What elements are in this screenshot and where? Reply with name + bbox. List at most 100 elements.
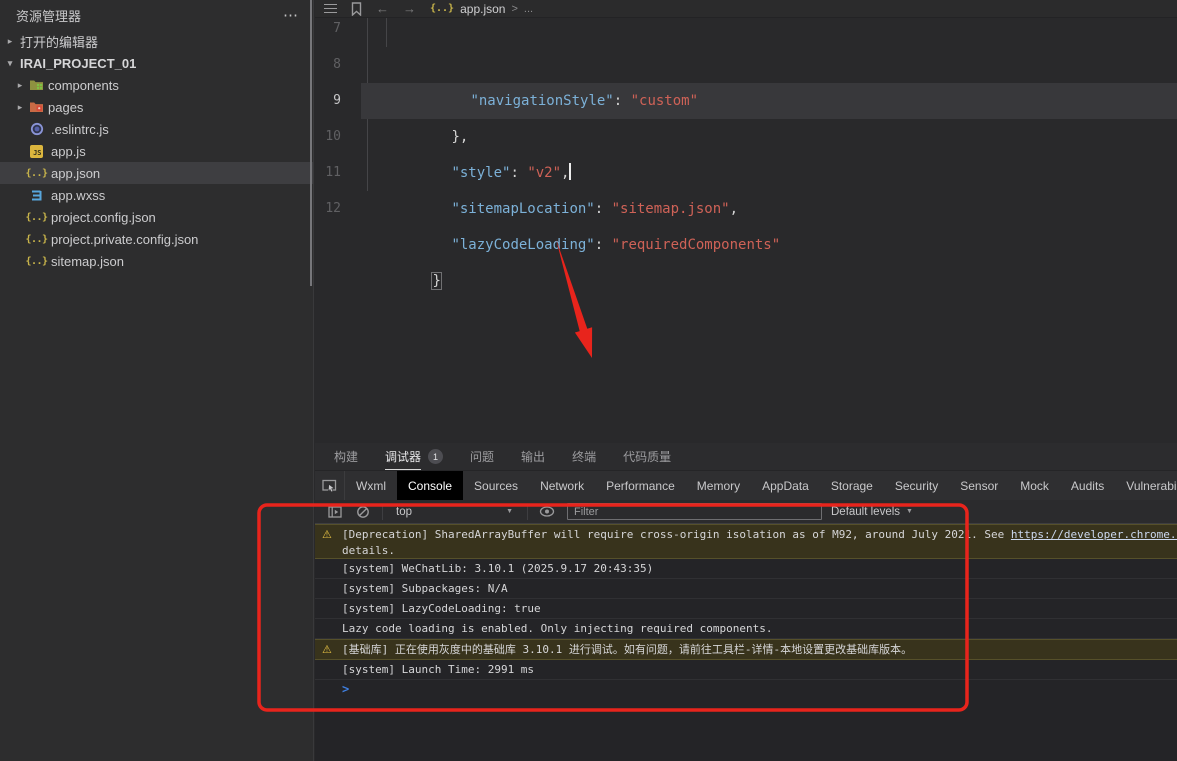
panel-tab-bar: 构建 调试器 1 问题 输出 终端 代码质量 xyxy=(315,443,1177,471)
inspect-element-icon[interactable] xyxy=(315,471,345,500)
section-open-editors[interactable]: ▸ 打开的编辑器 xyxy=(0,30,313,52)
wechat-devtools-window: 资源管理器 ⋯ ▸ 打开的编辑器 ▾ IRAI_PROJECT_01 ▸ com… xyxy=(0,0,1177,761)
folder-pages-icon xyxy=(29,100,44,114)
tree-item-app-wxss[interactable]: app.wxss xyxy=(0,184,313,206)
line-number: 12 xyxy=(315,191,341,227)
editor-code-area[interactable]: 7 "navigationStyle": "custom" 8 }, 9 "st… xyxy=(315,0,1177,443)
devtools-tab-network[interactable]: Network xyxy=(529,471,595,500)
chevron-right-icon: ▸ xyxy=(15,80,25,91)
console-sidebar-icon[interactable] xyxy=(324,506,346,518)
log-levels-dropdown[interactable]: Default levels ▼ xyxy=(831,506,913,518)
console-filter-input[interactable] xyxy=(567,503,822,520)
code-line-10: 10 "sitemapLocation": "sitemap.json", xyxy=(315,119,1177,155)
tree-item-pages[interactable]: ▸ pages xyxy=(0,96,313,118)
file-label: app.js xyxy=(51,144,86,159)
debug-panel: 构建 调试器 1 问题 输出 终端 代码质量 Wxml Console Sour… xyxy=(315,443,1177,761)
file-label: sitemap.json xyxy=(51,254,124,269)
tab-problems[interactable]: 问题 xyxy=(470,443,494,470)
devtools-tab-storage[interactable]: Storage xyxy=(820,471,884,500)
devtools-tab-audits[interactable]: Audits xyxy=(1060,471,1115,500)
section-label: 打开的编辑器 xyxy=(20,32,98,51)
file-label: project.private.config.json xyxy=(51,232,198,247)
line-number: 11 xyxy=(315,155,341,191)
console-log: [system] LazyCodeLoading: true xyxy=(315,599,1177,619)
frame-selector-dropdown[interactable]: top ▼ xyxy=(391,506,519,518)
bookmark-icon[interactable] xyxy=(351,2,362,16)
json-file-icon: {..} xyxy=(29,210,44,224)
console-log: Lazy code loading is enabled. Only injec… xyxy=(315,619,1177,639)
tab-debugger[interactable]: 调试器 1 xyxy=(385,443,443,470)
explorer-header: 资源管理器 ⋯ xyxy=(0,0,313,30)
tree-item-project-config[interactable]: {..} project.config.json xyxy=(0,206,313,228)
explorer-title: 资源管理器 xyxy=(16,6,81,25)
console-warning-base-library: ⚠ [基础库] 正在使用灰度中的基础库 3.10.1 进行调试。如有问题，请前往… xyxy=(315,639,1177,660)
devtools-tab-security[interactable]: Security xyxy=(884,471,949,500)
code-line-12: 12 } xyxy=(315,191,1177,227)
code-line-9-current: 9 "style": "v2", xyxy=(315,83,1177,119)
line-number: 9 xyxy=(315,83,341,119)
tree-item-app-json[interactable]: {..} app.json xyxy=(0,162,313,184)
tab-build[interactable]: 构建 xyxy=(334,443,358,470)
file-label: .eslintrc.js xyxy=(51,122,109,137)
devtools-tab-memory[interactable]: Memory xyxy=(686,471,751,500)
tab-terminal[interactable]: 终端 xyxy=(572,443,596,470)
file-label: app.wxss xyxy=(51,188,105,203)
sidebar-scrollbar[interactable] xyxy=(310,0,312,286)
devtools-tab-bar: Wxml Console Sources Network Performance… xyxy=(315,471,1177,500)
chevron-right-icon: ▸ xyxy=(15,102,25,113)
devtools-tab-sources[interactable]: Sources xyxy=(463,471,529,500)
navigate-back-icon[interactable]: ← xyxy=(376,1,389,16)
code-line-8: 8 }, xyxy=(315,47,1177,83)
eslint-icon xyxy=(29,122,44,136)
menu-icon[interactable] xyxy=(324,4,337,13)
tree-item-components[interactable]: ▸ components xyxy=(0,74,313,96)
line-number: 8 xyxy=(315,47,341,83)
code-line-11: 11 "lazyCodeLoading": "requiredComponent… xyxy=(315,155,1177,191)
json-file-icon: {..} xyxy=(29,166,44,180)
wxss-file-icon xyxy=(29,188,44,202)
warning-icon: ⚠ xyxy=(322,640,336,659)
console-link[interactable]: https://developer.chrome.co xyxy=(1011,528,1177,541)
console-messages: ⚠ [Deprecation] SharedArrayBuffer will r… xyxy=(315,524,1177,700)
code-editor[interactable]: 7 "navigationStyle": "custom" 8 }, 9 "st… xyxy=(315,0,1177,443)
clear-console-icon[interactable] xyxy=(352,505,374,519)
chevron-down-icon: ▼ xyxy=(906,508,913,515)
section-project-root[interactable]: ▾ IRAI_PROJECT_01 xyxy=(0,52,313,74)
devtools-tab-mock[interactable]: Mock xyxy=(1009,471,1060,500)
javascript-file-icon: JS xyxy=(29,144,44,158)
tree-item-project-private-config[interactable]: {..} project.private.config.json xyxy=(0,228,313,250)
breadcrumb-more: ... xyxy=(524,3,533,15)
console-toolbar: top ▼ Default levels ▼ xyxy=(315,500,1177,524)
tree-item-app-js[interactable]: JS app.js xyxy=(0,140,313,162)
tab-code-quality[interactable]: 代码质量 xyxy=(623,443,671,470)
text-cursor xyxy=(569,163,571,180)
breadcrumb-separator: > xyxy=(511,3,517,15)
tab-output[interactable]: 输出 xyxy=(521,443,545,470)
devtools-tab-performance[interactable]: Performance xyxy=(595,471,686,500)
editor-toolbar: ← → {..} app.json > ... xyxy=(315,0,1177,18)
devtools-tab-vulnerability[interactable]: Vulnerability xyxy=(1115,471,1177,500)
chevron-down-icon: ▾ xyxy=(5,58,15,69)
prompt-chevron-icon: > xyxy=(342,682,349,696)
devtools-tab-appdata[interactable]: AppData xyxy=(751,471,820,500)
navigate-forward-icon[interactable]: → xyxy=(403,1,416,16)
tree-item-eslintrc[interactable]: .eslintrc.js xyxy=(0,118,313,140)
toolbar-divider xyxy=(527,504,528,520)
devtools-tab-console[interactable]: Console xyxy=(397,471,463,500)
live-expression-eye-icon[interactable] xyxy=(536,506,558,517)
console-prompt[interactable]: > xyxy=(315,680,1177,700)
line-number: 10 xyxy=(315,119,341,155)
json-file-icon: {..} xyxy=(430,3,454,14)
console-log: [system] Launch Time: 2991 ms xyxy=(315,660,1177,680)
devtools-tab-wxml[interactable]: Wxml xyxy=(345,471,397,500)
tree-item-sitemap-json[interactable]: {..} sitemap.json xyxy=(0,250,313,272)
file-label: app.json xyxy=(51,166,100,181)
chevron-down-icon: ▼ xyxy=(506,508,513,515)
debugger-badge: 1 xyxy=(428,449,443,464)
more-actions-icon[interactable]: ⋯ xyxy=(283,6,299,24)
breadcrumb[interactable]: {..} app.json > ... xyxy=(430,2,533,16)
file-label: pages xyxy=(48,100,83,115)
console-log: [system] WeChatLib: 3.10.1 (2025.9.17 20… xyxy=(315,559,1177,579)
devtools-tab-sensor[interactable]: Sensor xyxy=(949,471,1009,500)
console-warning-deprecation: ⚠ [Deprecation] SharedArrayBuffer will r… xyxy=(315,524,1177,559)
